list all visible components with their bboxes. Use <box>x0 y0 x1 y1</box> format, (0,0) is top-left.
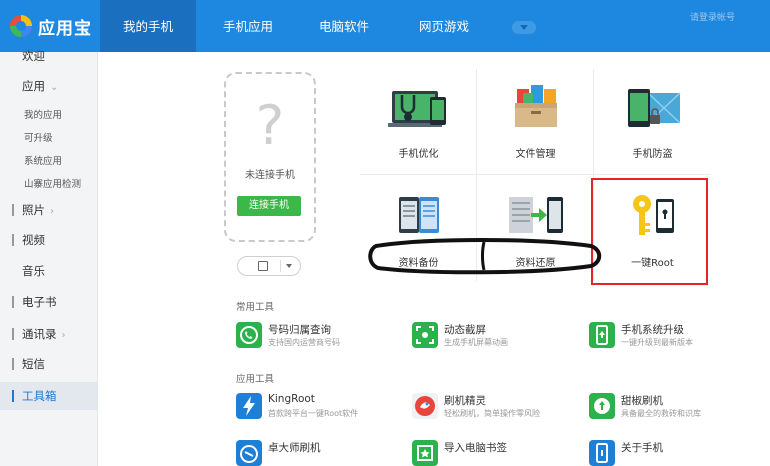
sidebar-item-apps[interactable]: 应用 ⌄ <box>0 74 98 98</box>
sidebar-item-photos[interactable]: 照片 › <box>0 198 98 222</box>
tool-flash-wizard[interactable]: 刷机精灵 轻松刷机，简单操作零风险 <box>412 391 572 423</box>
sidebar-item-toolbox[interactable]: 工具箱 <box>0 382 98 410</box>
tab-pc-software[interactable]: 电脑软件 <box>302 0 386 52</box>
sidebar-item-music[interactable]: 音乐 <box>0 259 98 283</box>
screenshot-button[interactable] <box>237 256 301 276</box>
download-icon[interactable] <box>512 21 536 34</box>
tab-web-games[interactable]: 网页游戏 <box>402 0 486 52</box>
zhuo-master-icon <box>236 440 262 466</box>
app-logo[interactable]: 应用宝 <box>10 12 102 40</box>
phone-connection-card: ? 未连接手机 连接手机 <box>224 72 316 242</box>
tool-bookmark-import[interactable]: 导入电脑书签 <box>412 438 572 466</box>
tool-screen-record[interactable]: 动态截屏 生成手机屏幕动画 <box>412 320 572 352</box>
tool-about-phone[interactable]: 关于手机 <box>589 438 749 466</box>
grid-label: 手机防盗 <box>632 149 673 160</box>
tab-phone-apps[interactable]: 手机应用 <box>206 0 290 52</box>
grid-cell-anti-theft[interactable]: 手机防盗 <box>594 69 711 175</box>
sidebar-sub-fake-app-check[interactable]: 山寨应用检测 <box>24 176 81 190</box>
grid-label: 文件管理 <box>515 149 556 160</box>
tool-kingroot[interactable]: KingRoot 首款跨平台一键Root软件 <box>236 391 396 423</box>
highlight-box <box>591 178 708 285</box>
yingyongbao-logo-icon <box>10 15 32 37</box>
sidebar-sub-upgradable[interactable]: 可升级 <box>24 130 53 144</box>
data-restore-icon <box>509 197 563 233</box>
sidebar: 欢迎 应用 ⌄ 我的应用 可升级 系统应用 山寨应用检测 照片 › 视频 音乐 电子… <box>0 49 98 466</box>
sidebar-item-ebooks[interactable]: 电子书 <box>0 290 98 314</box>
login-link[interactable]: 请登录帐号 <box>690 10 735 23</box>
grid-cell-phone-optimize[interactable]: 手机优化 <box>360 69 477 175</box>
system-upgrade-icon <box>589 322 615 348</box>
screenshot-icon <box>258 261 268 271</box>
flash-wizard-icon <box>412 393 438 419</box>
tool-phone-lookup[interactable]: 号码归属查询 支持国内运营商号码 <box>236 320 396 352</box>
sidebar-item-contacts[interactable]: 通讯录 › <box>0 322 98 346</box>
sidebar-sub-my-apps[interactable]: 我的应用 <box>24 107 62 121</box>
anti-theft-icon <box>628 89 681 127</box>
sidebar-item-videos[interactable]: 视频 <box>0 228 98 252</box>
phone-optimize-icon <box>388 91 446 127</box>
phone-status: 未连接手机 <box>245 170 295 181</box>
section-title-apps: 应用工具 <box>236 374 275 385</box>
chevron-right-icon: › <box>50 206 54 217</box>
kingroot-icon <box>236 393 262 419</box>
chevron-down-icon: ⌄ <box>50 82 59 93</box>
section-title-common: 常用工具 <box>236 302 275 313</box>
sidebar-sub-system-apps[interactable]: 系统应用 <box>24 153 62 167</box>
tab-my-phone[interactable]: 我的手机 <box>100 0 196 52</box>
about-phone-icon <box>589 440 615 466</box>
app-name: 应用宝 <box>38 18 92 39</box>
sidebar-item-sms[interactable]: 短信 <box>0 352 98 376</box>
unknown-phone-icon: ? <box>255 94 285 157</box>
data-backup-icon <box>399 197 439 233</box>
tool-pepper-flash[interactable]: 甜椒刷机 具备最全的救砖和识库 <box>589 391 749 423</box>
hand-drawn-circle <box>368 238 602 275</box>
top-bar: 应用宝 我的手机 手机应用 电脑软件 网页游戏 请登录帐号 <box>0 0 770 52</box>
connect-phone-button[interactable]: 连接手机 <box>237 196 301 216</box>
grid-label: 手机优化 <box>398 149 439 160</box>
chevron-down-icon[interactable] <box>286 264 292 268</box>
phone-lookup-icon <box>236 322 262 348</box>
grid-cell-file-manager[interactable]: 文件管理 <box>477 69 594 175</box>
sidebar-item-welcome[interactable]: 欢迎 <box>0 44 98 68</box>
tool-system-upgrade[interactable]: 手机系统升级 一键升级到最新版本 <box>589 320 749 352</box>
chevron-right-icon: › <box>61 330 66 341</box>
pepper-flash-icon <box>589 393 615 419</box>
file-manager-icon <box>515 85 557 127</box>
bookmark-import-icon <box>412 440 438 466</box>
screen-record-icon <box>412 322 438 348</box>
tool-zhuo-master[interactable]: 卓大师刷机 <box>236 438 396 466</box>
